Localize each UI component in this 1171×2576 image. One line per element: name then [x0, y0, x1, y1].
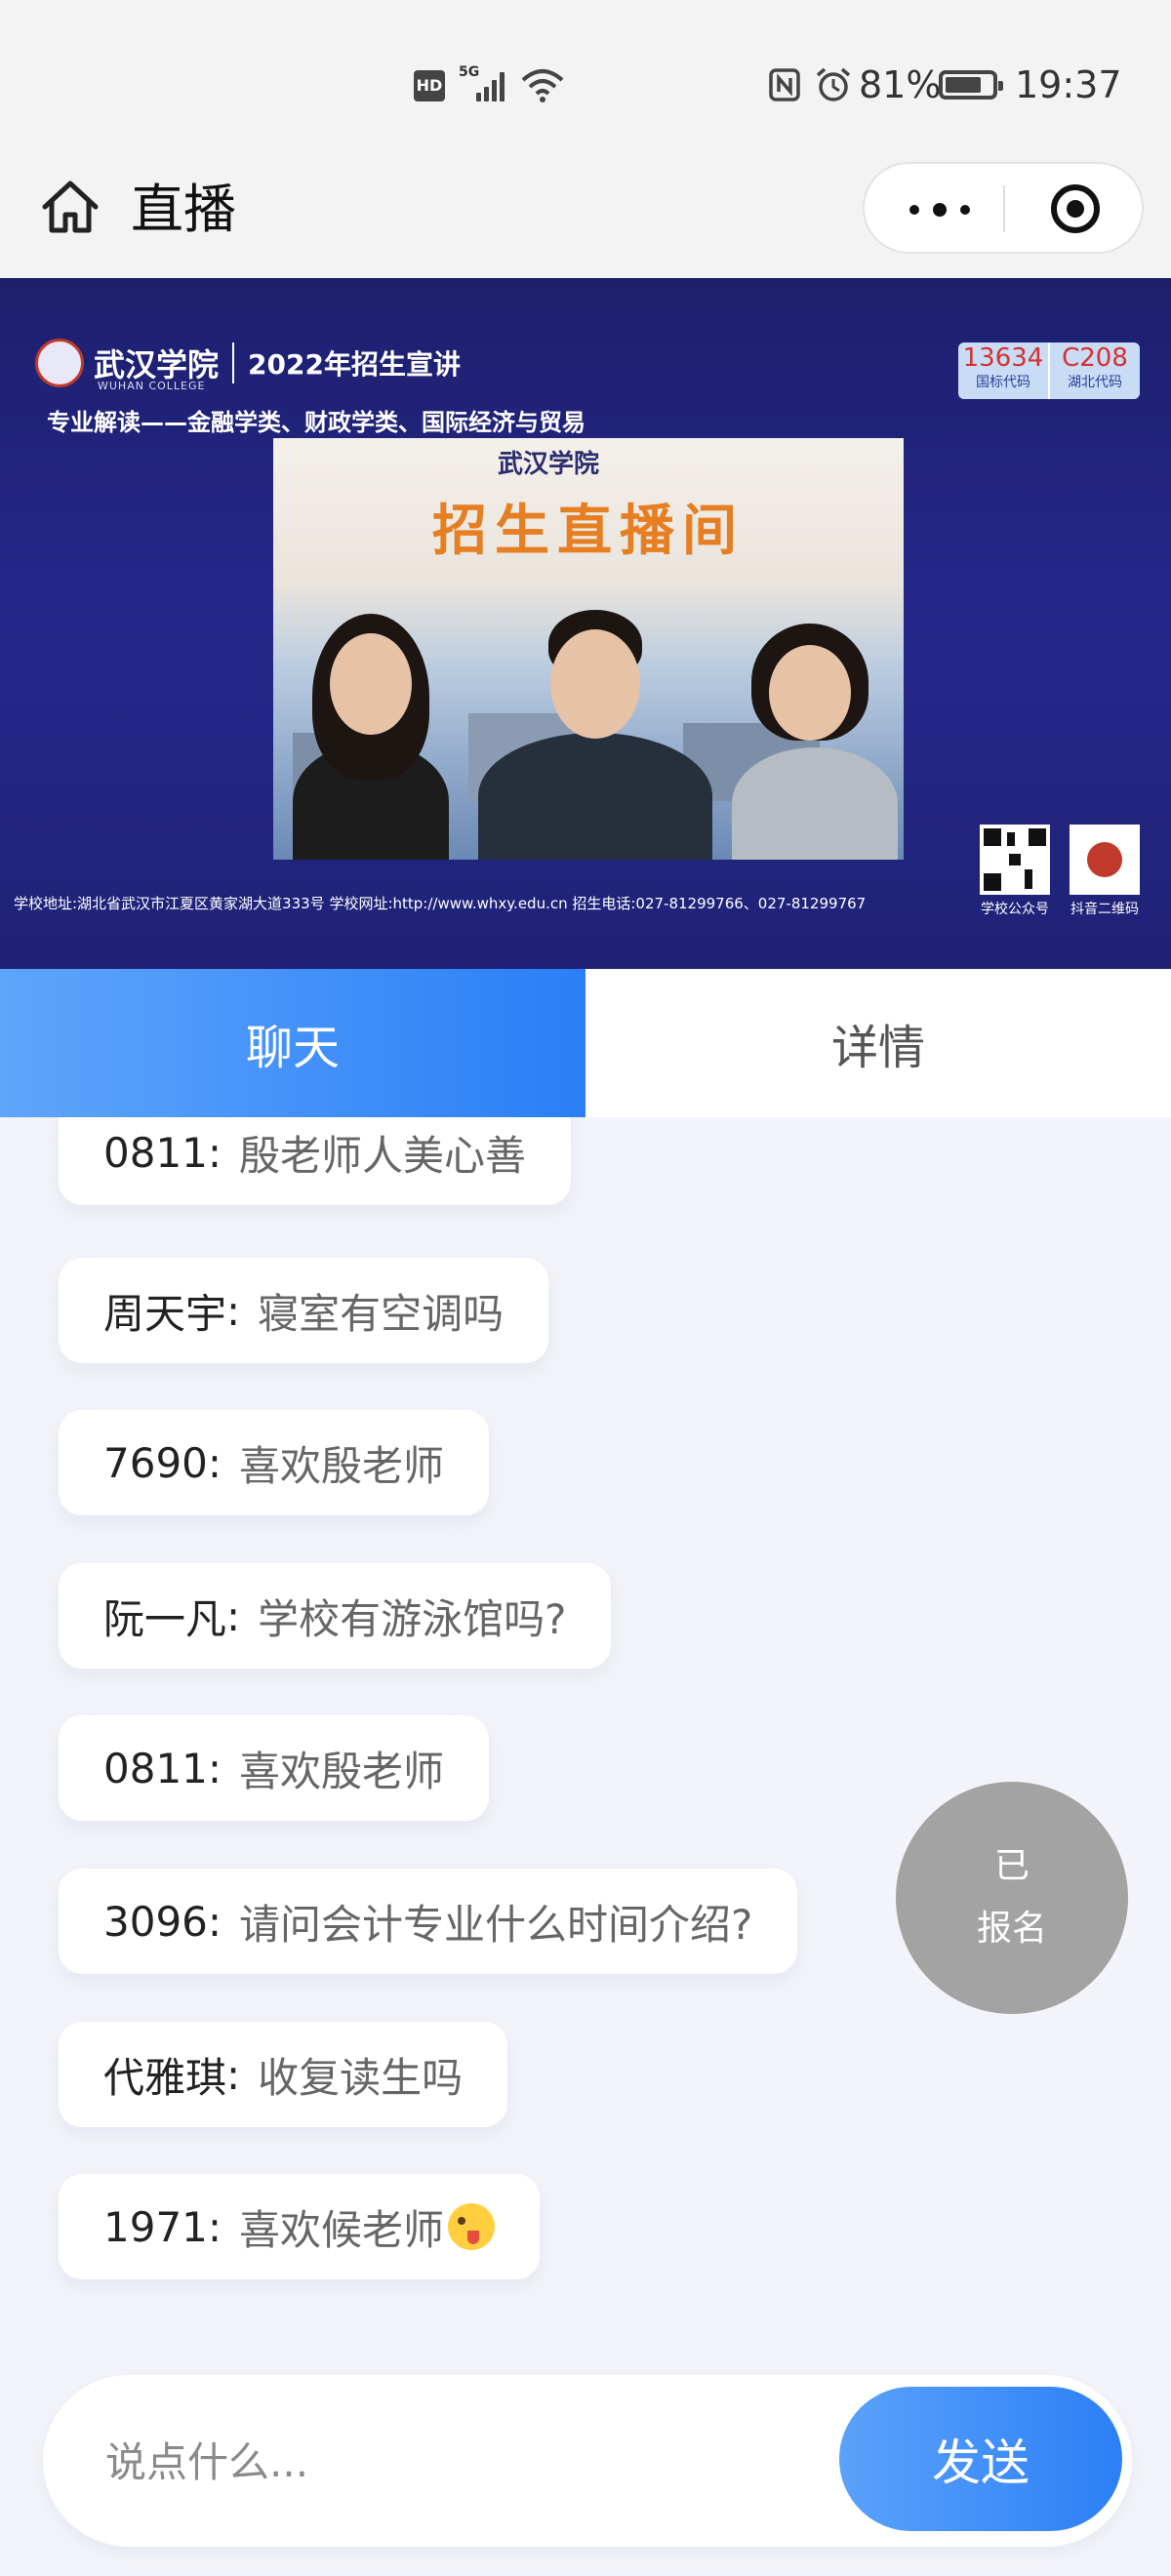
message-text: 喜欢殷老师: [239, 1441, 445, 1490]
sender-name: 0811: [103, 1128, 208, 1177]
school-name-en: WUHAN COLLEGE: [98, 380, 206, 392]
home-icon[interactable]: [39, 176, 101, 238]
hubei-code-label: 湖北代码: [1068, 375, 1122, 390]
qr1-label: 学校公众号: [981, 902, 1049, 917]
page-title: 直播: [131, 179, 236, 240]
hd-icon: HD: [414, 70, 445, 101]
event-title: 2022年招生宣讲: [248, 348, 461, 381]
status-bar: HD 5G 81% 19:37: [0, 0, 1171, 171]
school-logo-icon: [35, 339, 84, 387]
tab-details[interactable]: 详情: [586, 969, 1171, 1117]
battery-icon: [939, 70, 1003, 100]
chat-message: 7690: 喜欢殷老师: [59, 1410, 490, 1515]
video-subtitle: 专业解读——金融学类、财政学类、国际经济与贸易: [47, 409, 586, 436]
mini-program-capsule: [863, 162, 1144, 254]
backdrop-logo: 武汉学院: [498, 450, 600, 479]
message-text: 收复读生吗: [258, 2053, 464, 2102]
signal-icon: [476, 68, 509, 101]
host-center: [478, 733, 712, 860]
admission-codes: 13634 国标代码 C208 湖北代码: [958, 342, 1140, 399]
chat-message: 0811: 喜欢殷老师: [59, 1715, 490, 1821]
battery-fill: [946, 77, 982, 93]
school-contact-info: 学校地址:湖北省武汉市江夏区黄家湖大道333号 学校网址:http://www.…: [14, 895, 867, 912]
signup-button[interactable]: 已 报名: [896, 1782, 1128, 2014]
chat-message: 0811: 殷老师人美心善: [59, 1117, 572, 1205]
message-text: 学校有游泳馆吗?: [258, 1594, 567, 1643]
message-text: 喜欢候老师: [239, 2205, 445, 2254]
signup-line2: 报名: [976, 1909, 1047, 1949]
live-video-player[interactable]: 武汉学院 2022年招生宣讲 WUHAN COLLEGE 专业解读——金融学类、…: [0, 278, 1171, 969]
qr2-label: 抖音二维码: [1070, 902, 1139, 917]
nfc-icon: [769, 68, 800, 101]
wifi-icon: [521, 69, 564, 102]
tab-bar: 聊天 详情: [0, 969, 1171, 1117]
message-text: 喜欢殷老师: [239, 1747, 445, 1795]
alarm-icon: [816, 67, 851, 101]
message-input[interactable]: [103, 2414, 810, 2510]
message-text: 殷老师人美心善: [239, 1131, 527, 1180]
battery-percent: 81%: [859, 63, 942, 106]
close-miniprogram-icon[interactable]: [1048, 181, 1103, 236]
hubei-code: C208: [1062, 343, 1128, 373]
national-code: 13634: [962, 343, 1044, 373]
tab-chat[interactable]: 聊天: [0, 969, 586, 1117]
sender-name: 7690: [103, 1438, 208, 1487]
host-right: [732, 747, 898, 860]
message-composer: 发送: [43, 2375, 1132, 2547]
signup-line1: 已: [993, 1846, 1030, 1886]
backdrop-title: 招生直播间: [432, 500, 745, 563]
studio-backdrop: 武汉学院 招生直播间: [273, 438, 904, 860]
chat-message: 代雅琪: 收复读生吗: [59, 2022, 508, 2127]
national-code-label: 国标代码: [976, 375, 1030, 390]
sender-name: 0811: [103, 1744, 208, 1792]
sender-name: 3096: [103, 1897, 208, 1946]
sender-name: 1971: [103, 2202, 208, 2251]
message-text: 请问会计专业什么时间介绍?: [239, 1900, 753, 1949]
more-icon[interactable]: [908, 189, 976, 228]
chat-message: 3096: 请问会计专业什么时间介绍?: [59, 1869, 798, 1974]
chat-message: 周天宇: 寝室有空调吗: [59, 1258, 549, 1363]
sender-name: 代雅琪: [103, 2053, 227, 2102]
qr-code-icon: [1070, 825, 1140, 895]
clock: 19:37: [1015, 63, 1122, 106]
qr-code-icon: [980, 825, 1050, 895]
message-text: 寝室有空调吗: [258, 1289, 505, 1338]
send-button[interactable]: 发送: [839, 2387, 1122, 2531]
sender-name: 阮一凡: [103, 1594, 227, 1643]
chat-message: 1971: 喜欢候老师: [59, 2174, 541, 2279]
tongue-out-emoji-icon: [448, 2203, 496, 2250]
sender-name: 周天宇: [103, 1289, 227, 1338]
chat-list[interactable]: 0811: 殷老师人美心善 周天宇: 寝室有空调吗 7690: 喜欢殷老师 阮一凡: 学…: [0, 1117, 1171, 2356]
chat-message: 阮一凡: 学校有游泳馆吗?: [59, 1563, 612, 1669]
